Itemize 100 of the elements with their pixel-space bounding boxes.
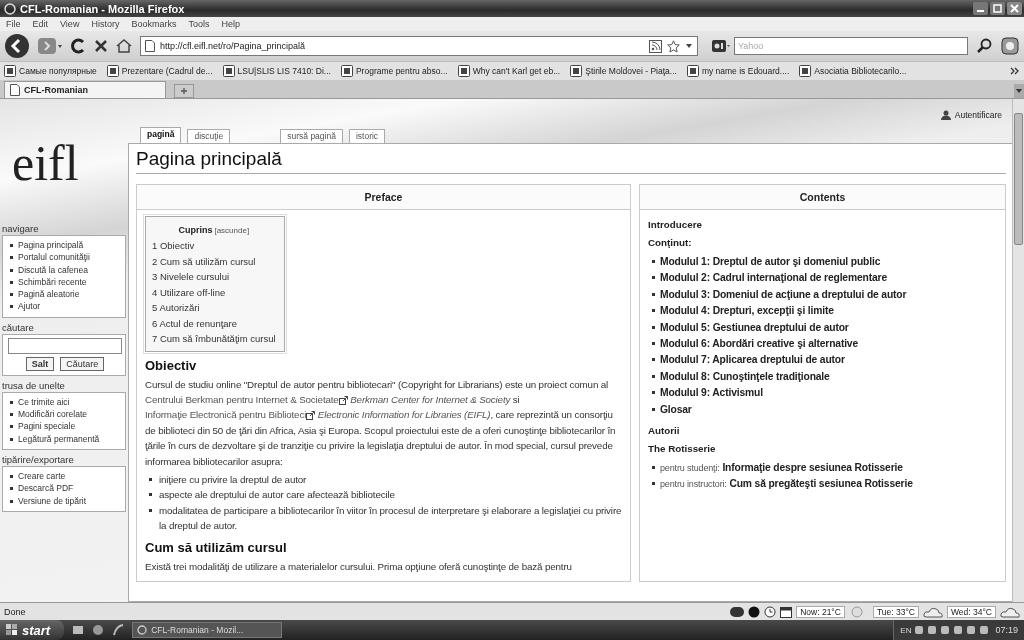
back-icon[interactable]: [4, 33, 30, 59]
contents-link[interactable]: Modulul 9: Activismul: [648, 385, 997, 402]
contents-heading[interactable]: Autorii: [648, 422, 997, 441]
sidebar-link[interactable]: Ce trimite aici: [8, 395, 122, 409]
tray-icon[interactable]: [914, 625, 925, 635]
logo[interactable]: eifl: [2, 99, 126, 219]
contents-link[interactable]: Cum să pregăteşti sesiunea Rotisserie: [729, 478, 913, 490]
star-icon[interactable]: [667, 39, 680, 53]
scrollbar[interactable]: [1012, 99, 1024, 602]
search-icon[interactable]: [976, 38, 992, 54]
language-indicator[interactable]: EN: [900, 625, 912, 635]
bookmark-icon: [340, 65, 353, 77]
start-button[interactable]: start: [0, 620, 65, 640]
contents-link[interactable]: Glosar: [648, 401, 997, 419]
calendar-icon: [780, 605, 793, 618]
menu-item[interactable]: History: [91, 19, 120, 29]
contents-link[interactable]: Modulul 6: Abordări creative şi alternative: [648, 336, 997, 353]
page-tab[interactable]: istoric: [348, 129, 386, 143]
bookmark[interactable]: my name is Edouard....: [686, 65, 790, 77]
search-button[interactable]: Căutare: [60, 356, 105, 371]
bookmark[interactable]: Prezentare (Cadrul de...: [106, 65, 213, 77]
contents-heading[interactable]: Introducere: [648, 216, 997, 234]
bookmark[interactable]: LSU|SLIS LIS 7410: Di...: [222, 65, 331, 77]
minimize-icon[interactable]: [973, 2, 988, 15]
bookmark[interactable]: Самые популярные: [4, 65, 97, 77]
sidebar-link[interactable]: Pagina principală: [8, 239, 122, 252]
menu-item[interactable]: Edit: [32, 19, 49, 29]
toc-link[interactable]: 6 Actul de renunţare: [152, 315, 276, 331]
contents-heading[interactable]: Conţinut:: [648, 234, 997, 252]
weather-text: Now: 21°C: [796, 605, 845, 618]
address-field[interactable]: http://cfl.eifl.net/ro/Pagina_principală: [140, 36, 698, 56]
contents-link[interactable]: Modulul 7: Aplicarea dreptului de autor: [648, 352, 997, 369]
link[interactable]: Informaţie Electronică pentru Biblioteci: [145, 409, 307, 421]
contents-link[interactable]: Modulul 3: Domeniul de acţiune a dreptului de autor: [648, 286, 997, 304]
menu-item[interactable]: View: [60, 19, 80, 29]
reload-icon[interactable]: [70, 38, 86, 54]
sidebar-link[interactable]: Modificări corelate: [8, 408, 122, 421]
contents-link[interactable]: Modulul 4: Drepturi, excepţii şi limite: [648, 303, 997, 320]
tray-icon[interactable]: [940, 625, 951, 635]
bookmark[interactable]: Programe pentru abso...: [340, 65, 448, 77]
search-field[interactable]: Yahoo: [734, 37, 968, 55]
toc-title: Cuprins: [178, 225, 213, 235]
desktop-icon[interactable]: [72, 624, 85, 636]
contents-link[interactable]: Modulul 2: Cadrul internaţional de reglementare: [648, 270, 997, 287]
toc-link[interactable]: 2 Cum să utilizăm cursul: [152, 253, 276, 269]
external-link-icon: [338, 395, 348, 405]
sidebar-link[interactable]: Discută la cafenea: [8, 263, 122, 276]
toc-link[interactable]: 5 Autorizări: [152, 300, 276, 316]
browser-tab[interactable]: CFL-Romanian: [4, 81, 166, 98]
forward-icon[interactable]: [38, 37, 62, 55]
toc-link[interactable]: 1 Obiectiv: [152, 238, 276, 254]
toc-link[interactable]: 4 Utilizare off-line: [152, 284, 276, 300]
bookmark-icon: [222, 65, 235, 77]
clock: 07:19: [995, 625, 1018, 635]
stop-icon[interactable]: [94, 39, 108, 53]
bookmark[interactable]: Why can't Karl get eb...: [457, 65, 561, 77]
menu-item[interactable]: Tools: [188, 19, 210, 29]
bookmark[interactable]: Asociatia Bibliotecarilo...: [799, 65, 907, 77]
chevron-icon[interactable]: [1010, 66, 1020, 76]
contents-link[interactable]: Modulul 8: Cunoştinţele tradiţionale: [648, 368, 997, 386]
menu-item[interactable]: File: [6, 19, 21, 29]
sidebar-link[interactable]: Pagini speciale: [8, 420, 122, 433]
link[interactable]: Centrului Berkman pentru Internet & Societate: [145, 393, 339, 405]
contents-link[interactable]: Informaţie despre sesiunea Rotisserie: [722, 462, 903, 474]
tab-list-icon[interactable]: [1014, 84, 1024, 98]
tray-icon[interactable]: [927, 625, 938, 635]
sidebar-link[interactable]: Descarcă PDF: [8, 482, 122, 495]
page-tab[interactable]: pagină: [140, 127, 182, 143]
contents-heading[interactable]: The Rotisserie: [648, 440, 997, 459]
search-engine-icon[interactable]: [712, 40, 730, 52]
sidebar-link[interactable]: Schimbări recente: [8, 275, 122, 289]
contents-link[interactable]: Modulul 5: Gestiunea dreptului de autor: [648, 319, 997, 337]
sidebar-link[interactable]: Pagină aleatorie: [8, 288, 122, 301]
menu-item[interactable]: Help: [221, 19, 240, 29]
bookmark[interactable]: Ştirile Moldovei - Piaţa...: [570, 65, 677, 77]
login-link[interactable]: Autentificare: [940, 109, 1002, 121]
new-tab-icon[interactable]: [174, 84, 194, 98]
taskbar-button[interactable]: CFL-Romanian - Mozil...: [132, 622, 283, 638]
external-link[interactable]: Berkman Center for Internet & Society: [338, 393, 511, 405]
page-tab[interactable]: discuţie: [187, 129, 231, 143]
sidebar-link[interactable]: Portalul comunităţii: [8, 251, 122, 264]
search-field[interactable]: [8, 337, 122, 354]
sidebar-link[interactable]: Versiune de tipărit: [8, 494, 122, 507]
maximize-icon[interactable]: [990, 2, 1005, 15]
sidebar-link[interactable]: Legătură permanentă: [8, 432, 122, 445]
scroll-thumb[interactable]: [1014, 113, 1023, 245]
contents-link[interactable]: Modulul 1: Dreptul de autor şi domeniul public: [648, 254, 997, 271]
go-button[interactable]: Salt: [25, 356, 55, 371]
toc-link[interactable]: 7 Cum să îmbunătăţim cursul: [152, 331, 276, 347]
rss-icon[interactable]: [649, 39, 662, 53]
sidebar-link[interactable]: Creare carte: [8, 469, 122, 483]
toc-toggle-link[interactable]: [ascunde]: [214, 226, 250, 235]
toc-link[interactable]: 3 Nivelele cursului: [152, 269, 276, 285]
close-icon[interactable]: [1007, 2, 1022, 15]
page-tab[interactable]: sursă pagină: [280, 129, 343, 143]
sidebar-link[interactable]: Ajutor: [8, 300, 122, 313]
menu-item[interactable]: Bookmarks: [131, 19, 177, 29]
page-icon: [145, 40, 155, 52]
dropdown-icon[interactable]: [685, 43, 693, 49]
home-icon[interactable]: [116, 39, 132, 53]
